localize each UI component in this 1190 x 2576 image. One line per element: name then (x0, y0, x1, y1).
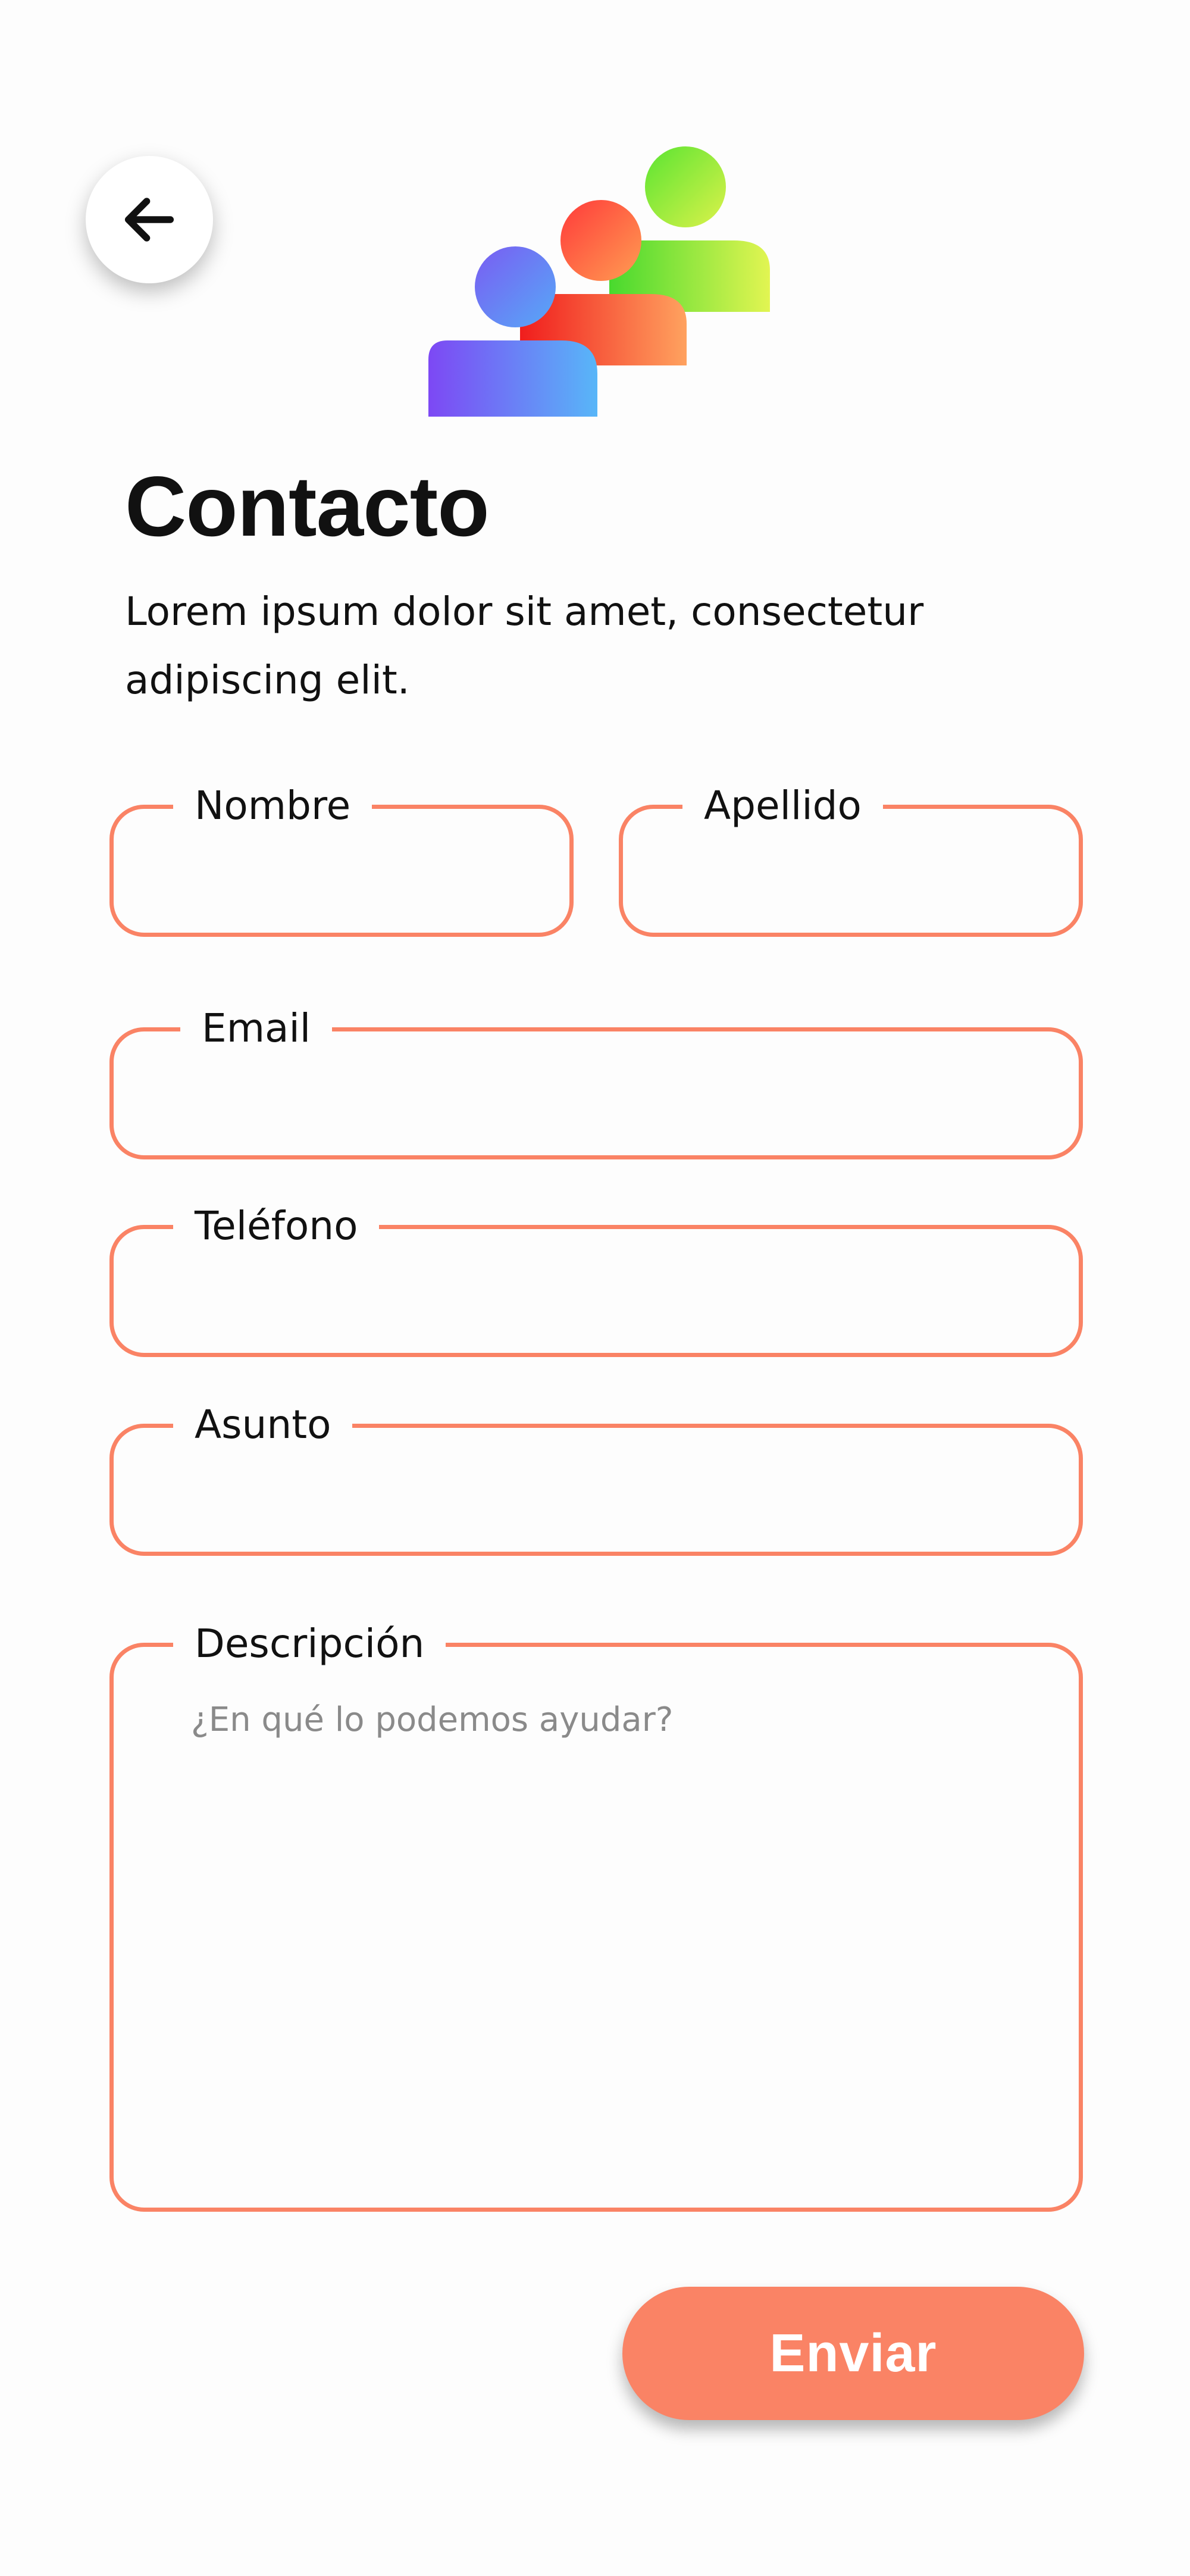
page-title: Contacto (125, 459, 490, 554)
email-label: Email (180, 1002, 333, 1055)
arrow-left-icon (124, 198, 174, 242)
people-group-icon (428, 146, 770, 417)
first-name-input[interactable] (185, 827, 534, 921)
phone-field[interactable]: Teléfono (109, 1199, 1083, 1357)
last-name-label: Apellido (682, 779, 883, 833)
first-name-label: Nombre (173, 779, 372, 833)
email-field[interactable]: Email (109, 1002, 1083, 1159)
back-button[interactable] (86, 156, 213, 283)
phone-label: Teléfono (173, 1199, 380, 1253)
last-name-field[interactable]: Apellido (619, 779, 1083, 937)
description-label: Descripción (173, 1617, 446, 1671)
description-textarea[interactable] (191, 1700, 1043, 2196)
description-field[interactable]: Descripción (109, 1617, 1083, 2212)
subject-label: Asunto (173, 1398, 353, 1452)
subject-input[interactable] (185, 1446, 1043, 1540)
subject-field[interactable]: Asunto (109, 1398, 1083, 1556)
last-name-input[interactable] (694, 827, 1043, 921)
phone-input[interactable] (185, 1247, 1043, 1341)
submit-button[interactable]: Enviar (622, 2287, 1084, 2420)
page-subtitle: Lorem ipsum dolor sit amet, consectetur … (125, 589, 924, 703)
email-input[interactable] (185, 1049, 1043, 1143)
first-name-field[interactable]: Nombre (109, 779, 574, 937)
